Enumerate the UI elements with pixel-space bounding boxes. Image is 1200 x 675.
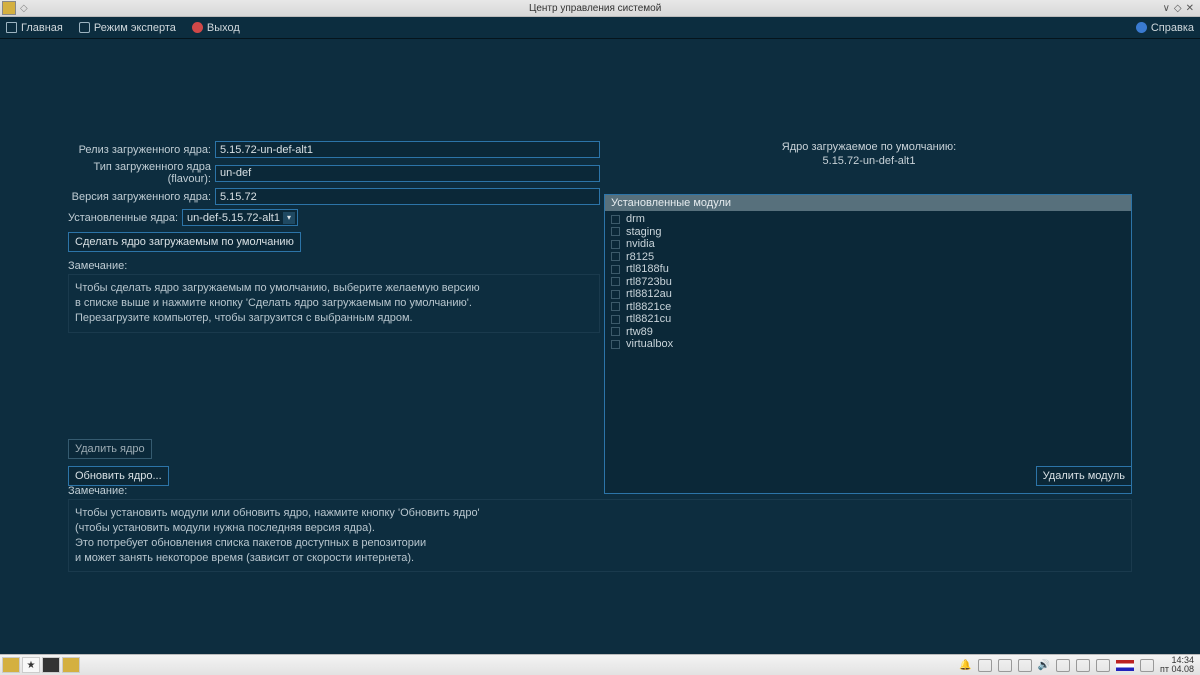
module-name: rtl8188fu — [626, 263, 669, 275]
checkbox-icon[interactable] — [611, 240, 620, 249]
installed-kernels-dropdown[interactable]: un-def-5.15.72-alt1 ▾ — [182, 209, 298, 226]
menu-exit[interactable]: Выход — [192, 22, 240, 34]
make-default-kernel-button[interactable]: Сделать ядро загружаемым по умолчанию — [68, 232, 301, 252]
note-box: Чтобы сделать ядро загружаемым по умолча… — [68, 274, 600, 333]
default-kernel-title: Ядро загружаемое по умолчанию: — [604, 141, 1134, 153]
version-field[interactable]: 5.15.72 — [215, 188, 600, 205]
menu-expert[interactable]: Режим эксперта — [79, 22, 176, 34]
checkbox-icon[interactable] — [611, 327, 620, 336]
minimize-icon[interactable]: ∨ — [1163, 3, 1170, 14]
module-item[interactable]: rtl8812au — [605, 288, 1131, 301]
module-name: rtw89 — [626, 326, 653, 338]
module-name: rtl8821cu — [626, 313, 671, 325]
chevron-icon: ◇ — [20, 3, 28, 14]
module-item[interactable]: rtw89 — [605, 326, 1131, 339]
checkbox-icon[interactable] — [611, 340, 620, 349]
default-kernel-column: Ядро загружаемое по умолчанию: 5.15.72-u… — [604, 141, 1134, 167]
release-field[interactable]: 5.15.72-un-def-alt1 — [215, 141, 600, 158]
tray-icon-1[interactable] — [978, 659, 992, 672]
module-name: rtl8812au — [626, 288, 672, 300]
checkbox-icon[interactable] — [611, 315, 620, 324]
checkbox-icon[interactable] — [611, 227, 620, 236]
taskbar-app-4[interactable] — [62, 657, 80, 673]
flavour-field[interactable]: un-def — [215, 165, 600, 182]
taskbar: ★ 🔔 🔊 14:34 пт 04.08 — [0, 654, 1200, 675]
delete-module-button[interactable]: Удалить модуль — [1036, 466, 1132, 486]
home-icon — [6, 22, 17, 33]
note2-box: Чтобы установить модули или обновить ядр… — [68, 499, 1132, 572]
content-area: Релиз загруженного ядра: 5.15.72-un-def-… — [0, 39, 1200, 654]
maximize-icon[interactable]: ◇ — [1174, 3, 1182, 14]
tray-icon-4[interactable] — [1056, 659, 1070, 672]
keyboard-layout-flag[interactable] — [1116, 660, 1134, 671]
module-name: rtl8821ce — [626, 301, 671, 313]
module-item[interactable]: nvidia — [605, 238, 1131, 251]
module-item[interactable]: drm — [605, 213, 1131, 226]
menu-help[interactable]: Справка — [1136, 22, 1194, 34]
tray-icon-7[interactable] — [1140, 659, 1154, 672]
volume-icon[interactable]: 🔊 — [1038, 660, 1050, 671]
app-icon — [2, 1, 16, 15]
release-label: Релиз загруженного ядра: — [68, 144, 215, 156]
tray-icon-5[interactable] — [1076, 659, 1090, 672]
module-name: rtl8723bu — [626, 276, 672, 288]
installed-modules-box: Установленные модули drmstagingnvidiar81… — [604, 194, 1132, 494]
module-name: nvidia — [626, 238, 655, 250]
flavour-label: Тип загруженного ядра (flavour): — [68, 161, 215, 185]
checkbox-icon[interactable] — [611, 277, 620, 286]
installed-kernels-label: Установленные ядра: — [68, 212, 178, 224]
module-item[interactable]: rtl8821ce — [605, 301, 1131, 314]
close-icon[interactable]: ✕ — [1186, 3, 1194, 14]
module-item[interactable]: rtl8188fu — [605, 263, 1131, 276]
tray-icon-3[interactable] — [1018, 659, 1032, 672]
module-name: virtualbox — [626, 338, 673, 350]
help-icon — [1136, 22, 1147, 33]
window-title: Центр управления системой — [28, 3, 1163, 14]
clock[interactable]: 14:34 пт 04.08 — [1160, 656, 1194, 674]
module-item[interactable]: virtualbox — [605, 338, 1131, 351]
checkbox-icon[interactable] — [611, 252, 620, 261]
default-kernel-value: 5.15.72-un-def-alt1 — [604, 155, 1134, 167]
taskbar-app-2[interactable]: ★ — [22, 657, 40, 673]
module-name: r8125 — [626, 251, 654, 263]
chevron-down-icon: ▾ — [283, 212, 295, 224]
module-item[interactable]: staging — [605, 226, 1131, 239]
delete-kernel-button[interactable]: Удалить ядро — [68, 439, 152, 459]
module-item[interactable]: rtl8723bu — [605, 276, 1131, 289]
checkbox-icon[interactable] — [611, 290, 620, 299]
display-icon — [79, 22, 90, 33]
module-item[interactable]: r8125 — [605, 251, 1131, 264]
note2-label: Замечание: — [68, 485, 127, 497]
menubar: Главная Режим эксперта Выход Справка — [0, 17, 1200, 39]
checkbox-icon[interactable] — [611, 302, 620, 311]
bell-icon[interactable]: 🔔 — [959, 660, 971, 671]
taskbar-app-1[interactable] — [2, 657, 20, 673]
checkbox-icon[interactable] — [611, 215, 620, 224]
menu-home[interactable]: Главная — [6, 22, 63, 34]
kernel-info-column: Релиз загруженного ядра: 5.15.72-un-def-… — [68, 141, 600, 333]
module-item[interactable]: rtl8821cu — [605, 313, 1131, 326]
titlebar: ◇ Центр управления системой ∨ ◇ ✕ — [0, 0, 1200, 17]
tray-icon-2[interactable] — [998, 659, 1012, 672]
update-kernel-button[interactable]: Обновить ядро... — [68, 466, 169, 486]
exit-icon — [192, 22, 203, 33]
tray-icon-6[interactable] — [1096, 659, 1110, 672]
module-name: drm — [626, 213, 645, 225]
version-label: Версия загруженного ядра: — [68, 191, 215, 203]
module-name: staging — [626, 226, 661, 238]
modules-list: drmstagingnvidiar8125rtl8188furtl8723bur… — [605, 211, 1131, 353]
installed-modules-header: Установленные модули — [605, 195, 1131, 211]
note-label: Замечание: — [68, 260, 600, 272]
checkbox-icon[interactable] — [611, 265, 620, 274]
taskbar-app-3[interactable] — [42, 657, 60, 673]
